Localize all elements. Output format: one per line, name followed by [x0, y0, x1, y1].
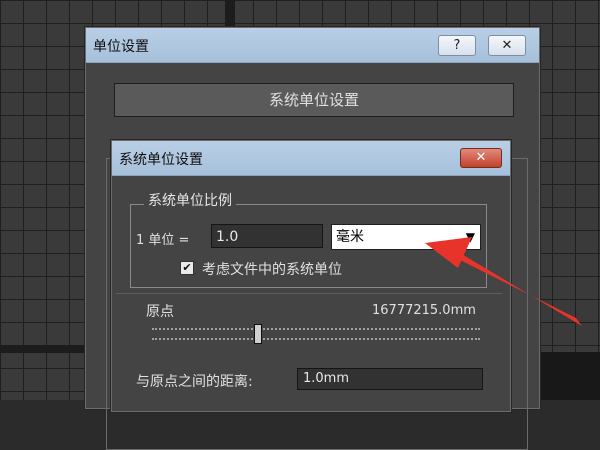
- system-units-title: 系统单位设置: [119, 152, 203, 168]
- system-units-dialog: 系统单位设置 ✕ 系统单位比例 1 单位 = 1.0 毫米 ▼ ✔ 考虑文件中的…: [111, 140, 511, 412]
- system-units-setup-button[interactable]: 系统单位设置: [114, 83, 514, 117]
- unit-select-value: 毫米: [336, 229, 364, 245]
- unit-setup-title: 单位设置: [93, 39, 149, 55]
- system-units-titlebar[interactable]: 系统单位设置 ✕: [112, 141, 510, 176]
- origin-slider-track: [152, 328, 480, 330]
- close-button[interactable]: ✕: [460, 148, 502, 168]
- distance-label: 与原点之间的距离:: [136, 374, 253, 390]
- respect-system-units-label: 考虑文件中的系统单位: [202, 262, 342, 278]
- unit-select[interactable]: 毫米 ▼: [331, 224, 481, 250]
- close-icon: ✕: [475, 150, 487, 165]
- check-icon: ✔: [182, 261, 192, 274]
- unit-value-input[interactable]: 1.0: [211, 224, 323, 248]
- origin-slider-track-lower: [152, 338, 480, 340]
- help-button[interactable]: ?: [438, 35, 476, 56]
- unit-setup-titlebar[interactable]: 单位设置 ? ✕: [86, 28, 539, 63]
- origin-slider-thumb[interactable]: [254, 324, 262, 344]
- help-icon: ?: [453, 38, 461, 53]
- origin-value: 16777215.0mm: [372, 303, 476, 318]
- viewport-divider-horizontal: [0, 345, 90, 353]
- close-button[interactable]: ✕: [488, 35, 526, 56]
- close-icon: ✕: [501, 38, 513, 53]
- distance-input[interactable]: 1.0mm: [297, 368, 483, 390]
- unit-label: 1 单位 =: [136, 233, 190, 248]
- unit-scale-group-title: 系统单位比例: [144, 190, 236, 210]
- origin-label: 原点: [146, 304, 174, 320]
- chevron-down-icon: ▼: [465, 230, 475, 244]
- viewport-divider-vertical: [225, 0, 235, 28]
- respect-system-units-checkbox[interactable]: ✔: [180, 261, 194, 275]
- viewport-corner: [540, 352, 600, 400]
